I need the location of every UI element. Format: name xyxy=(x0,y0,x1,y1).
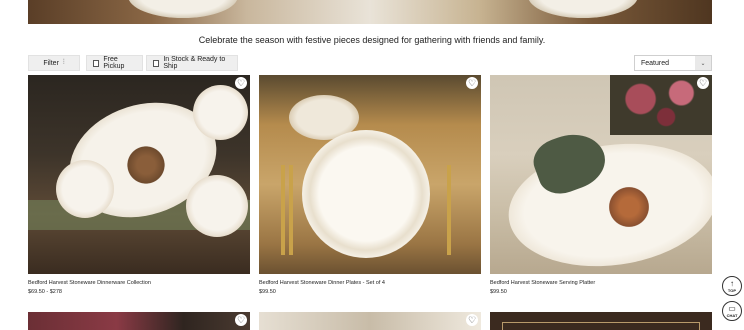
top-label: TOP xyxy=(727,287,737,293)
collection-tagline: Celebrate the season with festive pieces… xyxy=(198,35,546,45)
in-stock-checkbox[interactable]: In Stock & Ready to Ship xyxy=(146,55,238,71)
product-image[interactable]: ♡ xyxy=(259,312,481,330)
in-stock-label: In Stock & Ready to Ship xyxy=(163,56,226,70)
product-image[interactable]: ♡ xyxy=(28,75,250,274)
filter-label: Filter xyxy=(43,59,59,67)
free-pickup-checkbox[interactable]: Free Pickup xyxy=(86,55,143,71)
plate-shape xyxy=(302,130,430,258)
checkbox-icon xyxy=(153,59,160,67)
product-price: $69.50 - $278 xyxy=(28,289,62,295)
product-price: $99.50 xyxy=(490,289,507,295)
product-image[interactable]: ♡ xyxy=(490,75,712,274)
turkey-motif xyxy=(123,145,169,185)
fork-shape xyxy=(289,165,293,255)
product-price: $99.50 xyxy=(259,289,276,295)
fork-shape xyxy=(281,165,285,255)
hero-banner-image xyxy=(28,0,712,24)
hero-plate xyxy=(128,0,238,18)
free-pickup-label: Free Pickup xyxy=(103,56,125,70)
sort-value: Featured xyxy=(641,59,670,67)
turkey-motif xyxy=(605,185,653,229)
product-card[interactable]: ♡ Bedford Harvest Stoneware Dinnerware C… xyxy=(28,75,250,295)
filter-button[interactable]: Filter ⫶ xyxy=(28,55,80,71)
heart-icon[interactable]: ♡ xyxy=(466,314,478,326)
chevron-down-icon: ⌄ xyxy=(695,56,711,70)
sliders-icon: ⫶ xyxy=(62,59,65,66)
product-name[interactable]: Bedford Harvest Stoneware Dinner Plates … xyxy=(259,280,385,286)
hero-plate xyxy=(528,0,638,18)
sort-select[interactable]: Featured ⌄ xyxy=(634,55,712,71)
product-image[interactable] xyxy=(490,312,712,330)
back-to-top-button[interactable]: ↑ TOP xyxy=(722,276,742,296)
product-image[interactable]: ♡ xyxy=(259,75,481,274)
bowl-shape xyxy=(56,160,114,218)
arrow-up-icon: ↑ xyxy=(730,278,734,288)
product-image[interactable]: ♡ xyxy=(28,312,250,330)
heart-icon[interactable]: ♡ xyxy=(235,77,247,89)
checkbox-icon xyxy=(93,59,100,67)
heart-icon[interactable]: ♡ xyxy=(697,77,709,89)
product-card[interactable]: ♡ Bedford Harvest Stoneware Serving Plat… xyxy=(490,75,712,295)
product-name[interactable]: Bedford Harvest Stoneware Dinnerware Col… xyxy=(28,280,151,286)
heart-icon[interactable]: ♡ xyxy=(466,77,478,89)
knife-shape xyxy=(447,165,451,255)
chat-label: CHAT xyxy=(726,312,738,318)
frame-shape xyxy=(502,322,700,330)
plate-shape xyxy=(186,175,248,237)
plate-shape xyxy=(193,85,248,140)
chat-bubble-icon: ▭ xyxy=(728,303,736,313)
heart-icon[interactable]: ♡ xyxy=(235,314,247,326)
product-card[interactable]: ♡ Bedford Harvest Stoneware Dinner Plate… xyxy=(259,75,481,295)
product-name[interactable]: Bedford Harvest Stoneware Serving Platte… xyxy=(490,280,595,286)
chat-button[interactable]: ▭ CHAT xyxy=(722,301,742,321)
